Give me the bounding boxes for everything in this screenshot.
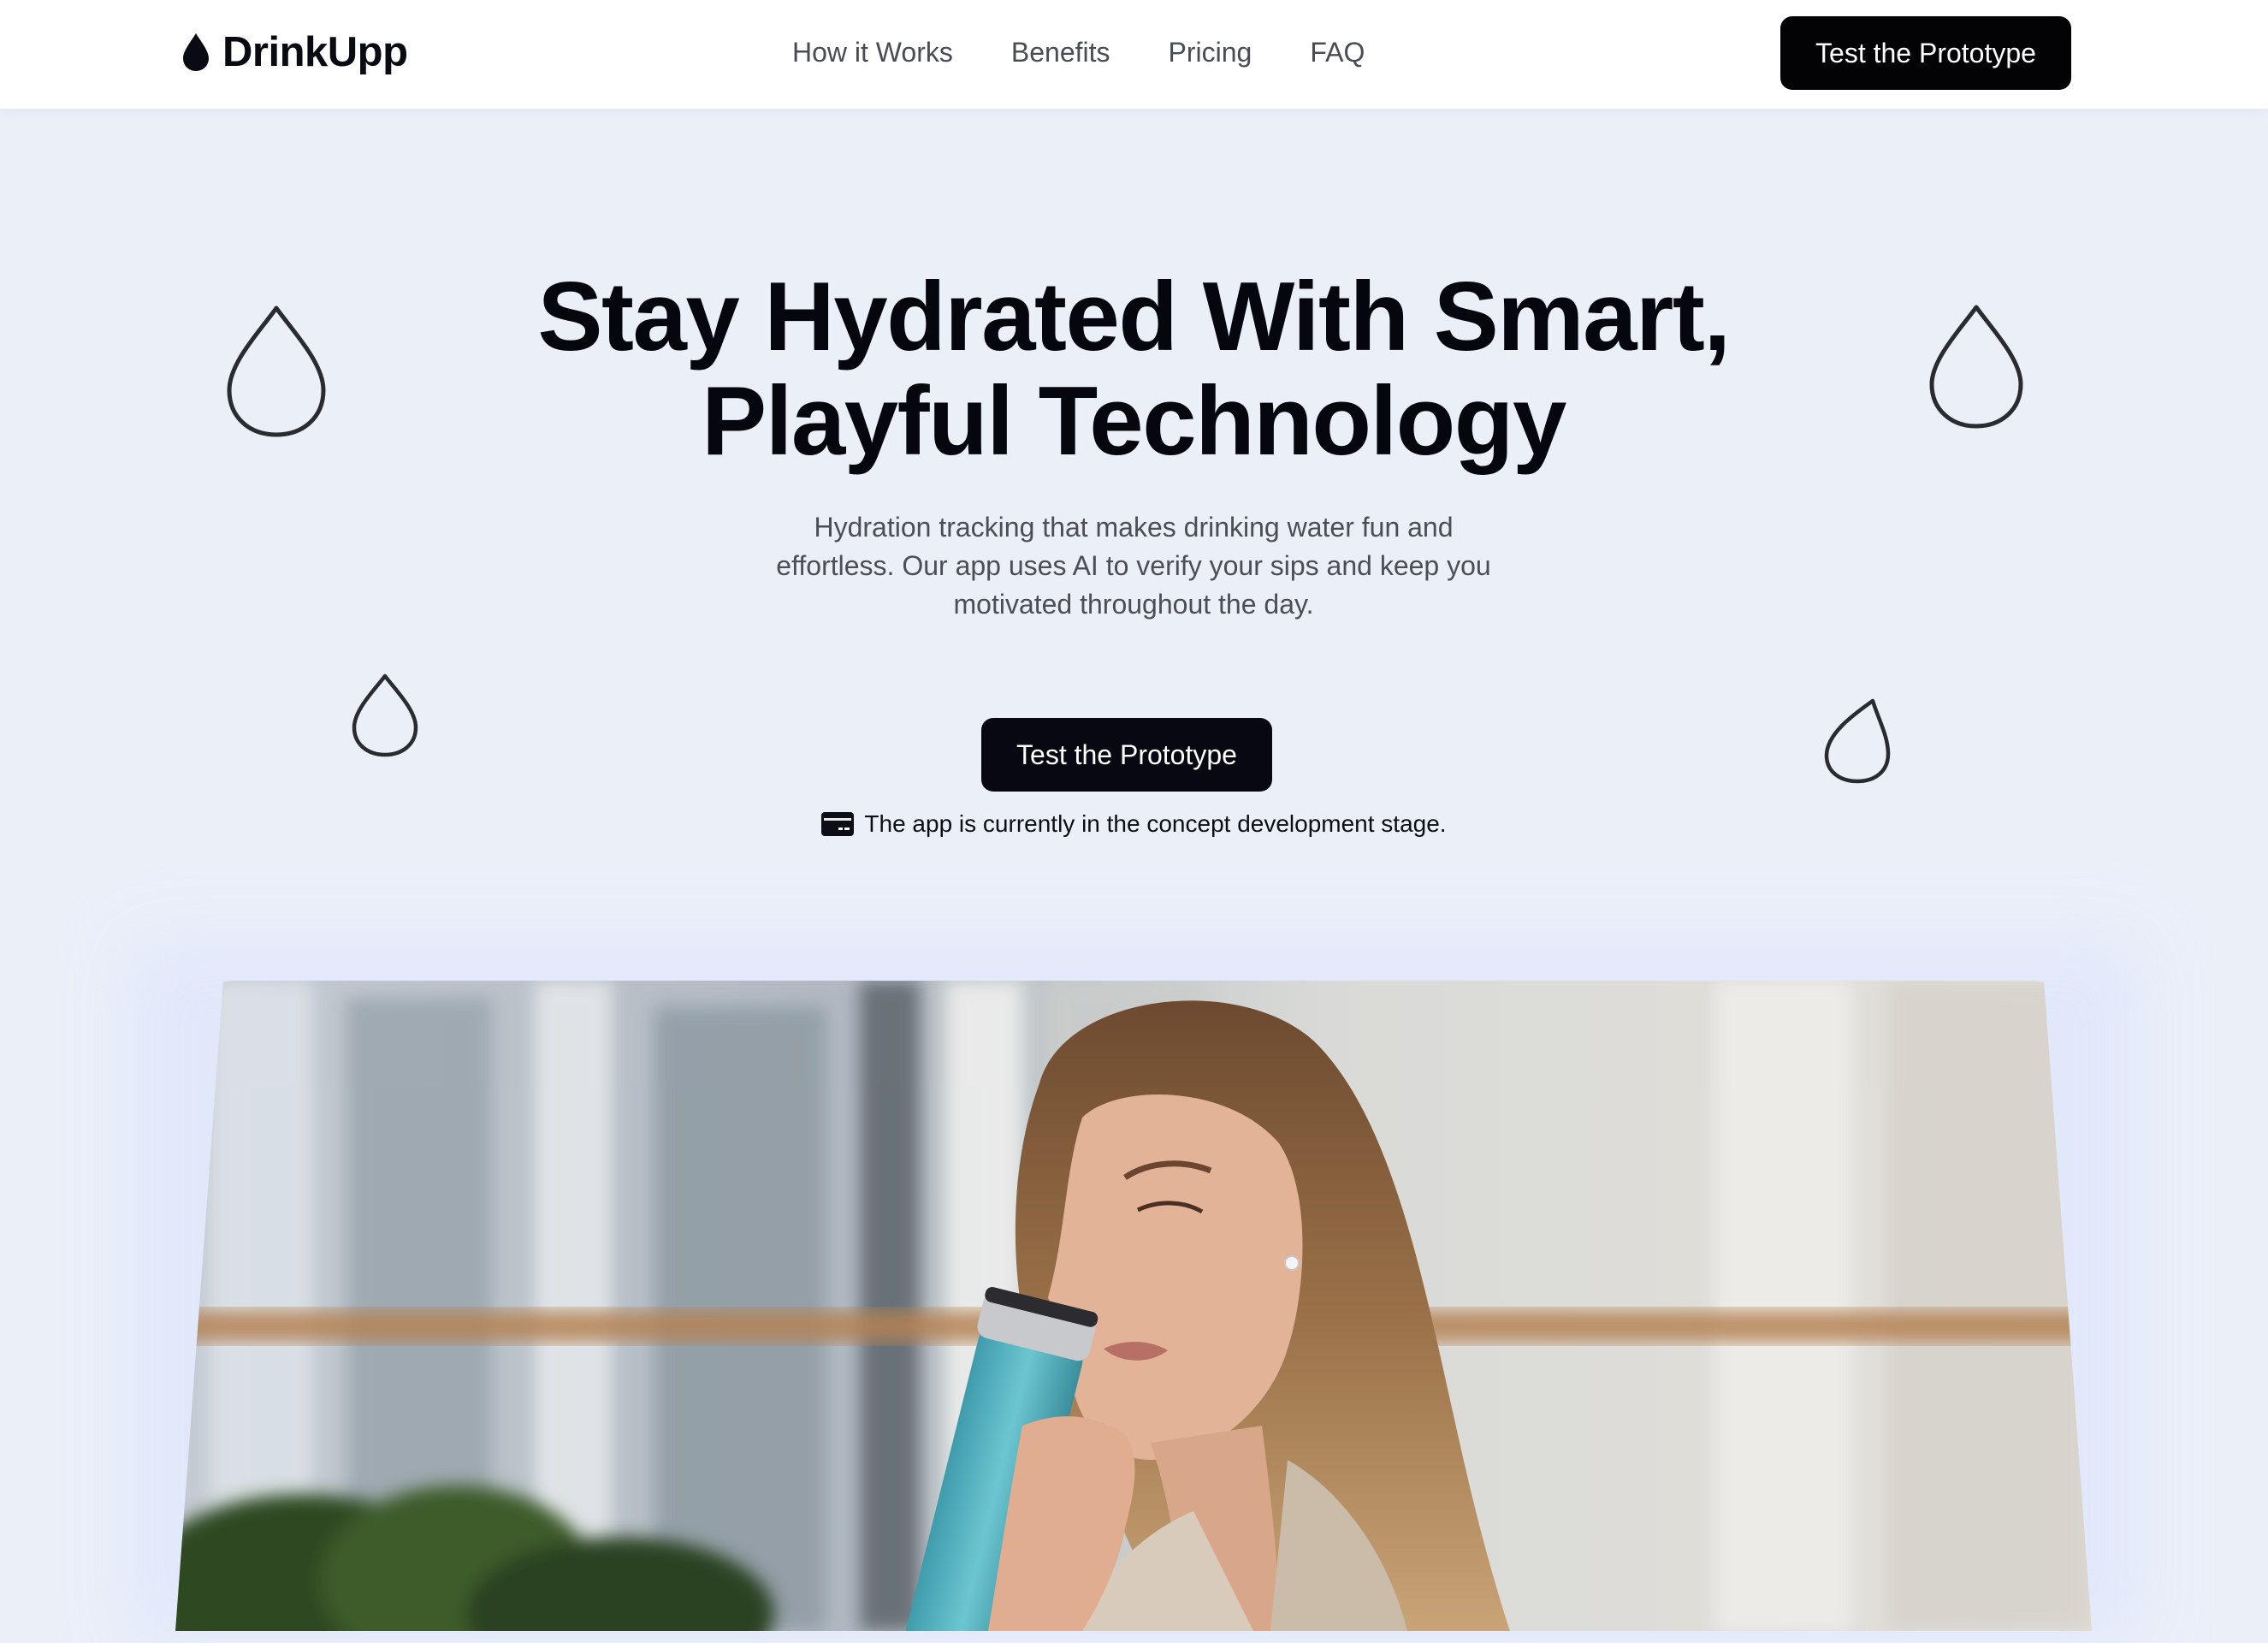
nav-link-faq[interactable]: FAQ (1310, 37, 1365, 68)
hero-subtitle: Hydration tracking that makes drinking w… (776, 512, 1491, 620)
nav-link-how-it-works[interactable]: How it Works (792, 37, 953, 68)
nav-link-benefits[interactable]: Benefits (1011, 37, 1110, 68)
water-drop-icon (183, 33, 209, 71)
header-test-prototype-button[interactable]: Test the Prototype (1780, 16, 2071, 90)
hero-title: Stay Hydrated With Smart, Playful Techno… (278, 265, 1989, 474)
main-nav: How it Works Benefits Pricing FAQ (792, 29, 1365, 75)
nav-link-pricing[interactable]: Pricing (1169, 37, 1252, 68)
hero-title-line-2: Playful Technology (702, 367, 1566, 476)
notice-text: The app is currently in the concept deve… (864, 810, 1447, 837)
site-header: DrinkUpp How it Works Benefits Pricing F… (0, 0, 2268, 109)
water-drop-outline-icon (352, 673, 418, 757)
brand-name: DrinkUpp (222, 29, 408, 75)
hero-test-prototype-button[interactable]: Test the Prototype (981, 718, 1272, 792)
water-drop-outline-icon (1824, 698, 1891, 784)
hero-photo-illustration (175, 981, 2092, 1631)
hero-title-line-1: Stay Hydrated With Smart, (537, 263, 1731, 371)
card-icon (821, 812, 855, 836)
brand-logo[interactable]: DrinkUpp (181, 26, 408, 79)
hero-photo-woman-drinking (175, 981, 2092, 1631)
development-notice: The app is currently in the concept deve… (0, 810, 2268, 838)
